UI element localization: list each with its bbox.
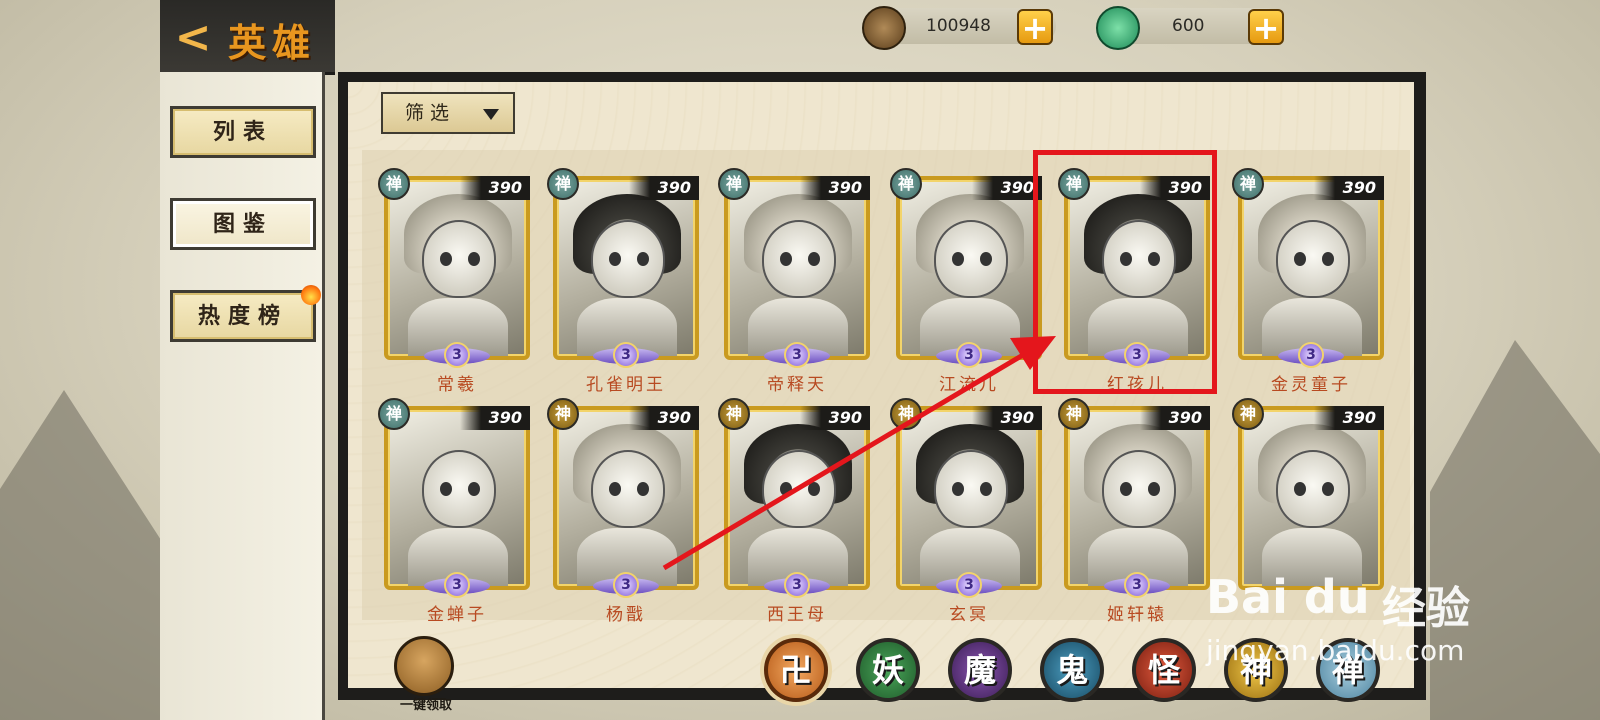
hero-portrait: [384, 176, 530, 360]
sidebar-item-list[interactable]: 列表: [170, 106, 316, 158]
hero-card-2[interactable]: 390 禅 3 帝释天: [718, 154, 890, 395]
faction-badge: 禅: [890, 168, 922, 200]
hero-card-7[interactable]: 390 神 3 杨戬: [547, 384, 719, 625]
sidebar-item-popularity[interactable]: 热度榜: [170, 285, 321, 342]
baidu-logo: Bai du: [1206, 570, 1370, 624]
faction-badge: 神: [890, 398, 922, 430]
faction-badge: 禅: [547, 168, 579, 200]
star-badge: 3: [424, 342, 490, 372]
claim-all-label: 一键领取: [399, 698, 452, 713]
hero-card-9[interactable]: 390 神 3 玄冥: [890, 384, 1062, 625]
faction-badge: 禅: [378, 168, 410, 200]
level-tag: 390: [1314, 406, 1384, 430]
add-jade-button[interactable]: +: [1248, 9, 1284, 45]
level-tag: 390: [1314, 176, 1384, 200]
baidu-watermark: Bai du 经验 jingyan.baidu.com: [1206, 560, 1586, 670]
mountain-decoration-left: [0, 390, 160, 720]
flame-icon: [301, 285, 321, 305]
back-button[interactable]: <: [168, 12, 218, 64]
coin-stack-icon: [862, 6, 906, 50]
faction-badge: 神: [1058, 398, 1090, 430]
triangle-down-icon: [483, 109, 499, 120]
star-badge: 3: [424, 572, 490, 602]
sidebar-item-label: 热度榜: [197, 303, 288, 329]
hero-portrait: [384, 406, 530, 590]
star-badge: 3: [1278, 342, 1344, 372]
hero-portrait: [1238, 176, 1384, 360]
star-badge: 3: [764, 572, 830, 602]
filter-label: 筛选: [405, 102, 456, 124]
add-coin-button[interactable]: +: [1017, 9, 1053, 45]
hero-portrait: [553, 406, 699, 590]
level-tag: 390: [800, 176, 870, 200]
level-tag: 390: [800, 406, 870, 430]
level-tag: 390: [460, 406, 530, 430]
hero-name: 金蝉子: [427, 605, 487, 625]
all-factions-icon: 卍: [779, 651, 812, 689]
claim-all-button[interactable]: [394, 636, 454, 696]
faction-badge: 禅: [378, 398, 410, 430]
hero-portrait: [896, 406, 1042, 590]
hero-portrait: [896, 176, 1042, 360]
faction-filter-mo[interactable]: 魔: [948, 638, 1012, 702]
star-badge: 3: [593, 342, 659, 372]
faction-badge: 神: [547, 398, 579, 430]
jade-icon: [1096, 6, 1140, 50]
hero-name: 杨戬: [606, 605, 646, 625]
faction-badge: 禅: [1232, 168, 1264, 200]
hero-portrait: [553, 176, 699, 360]
level-tag: 390: [972, 176, 1042, 200]
faction-badge: 禅: [718, 168, 750, 200]
faction-filter-all[interactable]: 卍: [764, 638, 828, 702]
coin-amount: 100948: [926, 16, 991, 36]
sidebar: 列表 图鉴 热度榜: [160, 72, 325, 720]
page-title: 英雄: [228, 20, 317, 65]
star-badge: 3: [1104, 572, 1170, 602]
hero-card-1[interactable]: 390 禅 3 孔雀明王: [547, 154, 719, 395]
faction-badge: 神: [1232, 398, 1264, 430]
hero-card-0[interactable]: 390 禅 3 常羲: [378, 154, 550, 395]
filter-dropdown[interactable]: 筛选: [381, 92, 515, 134]
star-badge: 3: [764, 342, 830, 372]
level-tag: 390: [629, 406, 699, 430]
faction-filter-yao[interactable]: 妖: [856, 638, 920, 702]
level-tag: 390: [629, 176, 699, 200]
faction-filter-gui[interactable]: 鬼: [1040, 638, 1104, 702]
level-tag: 390: [460, 176, 530, 200]
hero-name: 姬轩辕: [1107, 605, 1167, 625]
hero-card-8[interactable]: 390 神 3 西王母: [718, 384, 890, 625]
hero-name: 西王母: [767, 605, 827, 625]
hero-card-5[interactable]: 390 禅 3 金灵童子: [1232, 154, 1404, 395]
hero-portrait: [1064, 406, 1210, 590]
faction-badge: 神: [718, 398, 750, 430]
highlight-box: [1033, 150, 1217, 394]
faction-filter-guai[interactable]: 怪: [1132, 638, 1196, 702]
watermark-url: jingyan.baidu.com: [1206, 634, 1465, 667]
hero-portrait: [724, 176, 870, 360]
chevron-left-icon: <: [174, 12, 212, 63]
hero-name: 玄冥: [949, 605, 989, 625]
level-tag: 390: [972, 406, 1042, 430]
star-badge: 3: [936, 342, 1002, 372]
level-tag: 390: [1140, 406, 1210, 430]
watermark-text: 经验: [1382, 583, 1470, 634]
hero-portrait: [724, 406, 870, 590]
jade-amount: 600: [1172, 16, 1205, 36]
sidebar-item-codex[interactable]: 图鉴: [170, 198, 316, 250]
hero-card-6[interactable]: 390 禅 3 金蝉子: [378, 384, 550, 625]
star-badge: 3: [593, 572, 659, 602]
star-badge: 3: [936, 572, 1002, 602]
